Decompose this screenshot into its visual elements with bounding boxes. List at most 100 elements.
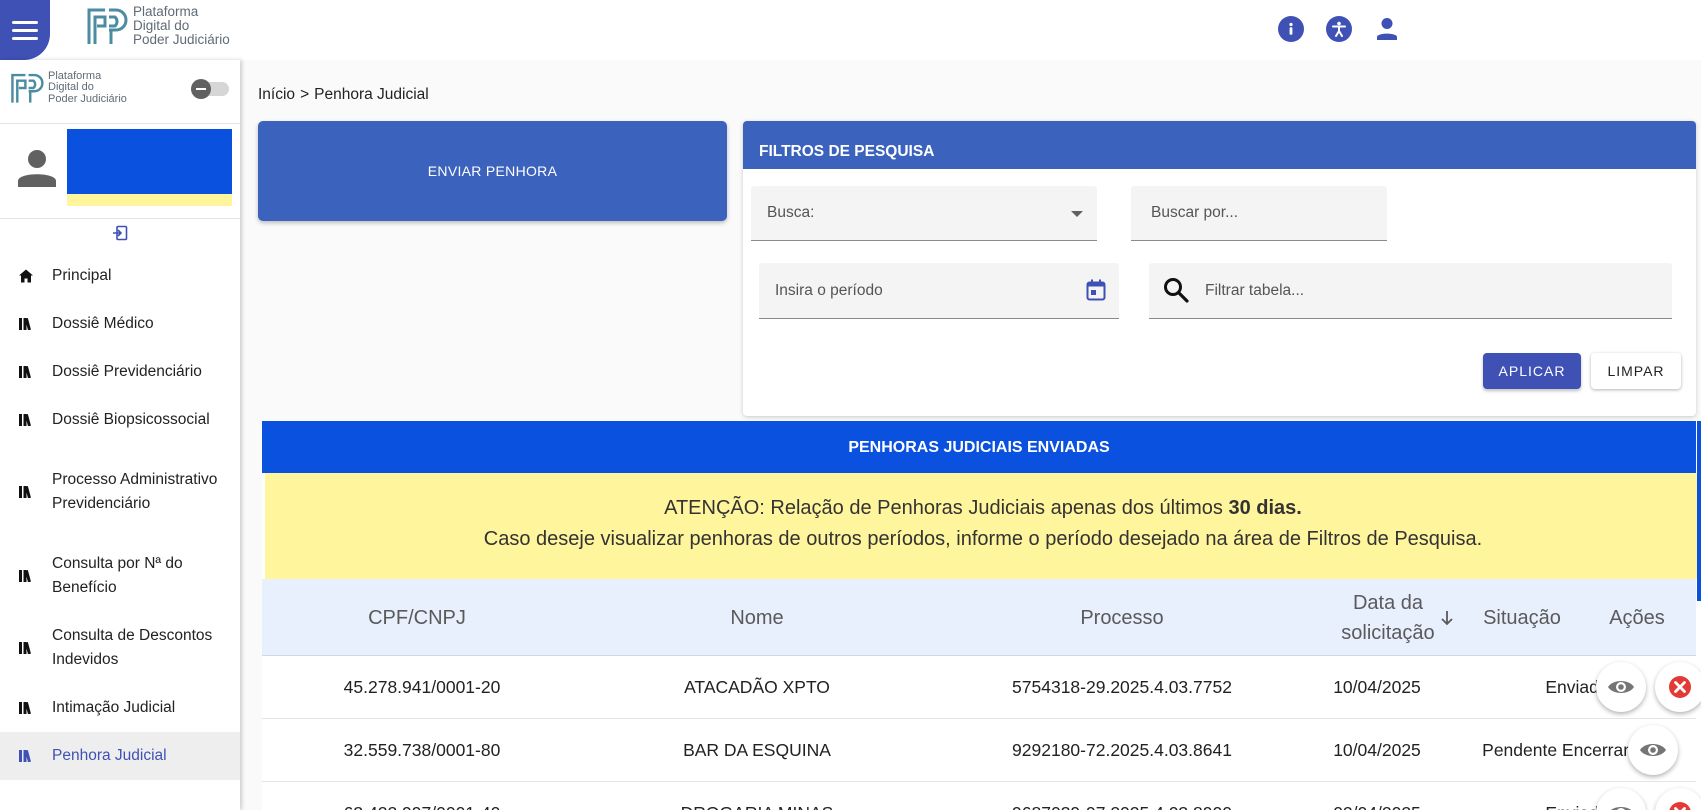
cell-processo: 9687039-97.2025.4.03.8900 bbox=[1002, 782, 1242, 810]
table-row[interactable]: 32.559.738/0001-80 BAR DA ESQUINA 9292180-… bbox=[262, 719, 1696, 782]
warning-text: ATENÇÃO: Relação de Penhoras Judiciais a… bbox=[664, 497, 1223, 519]
logo-line-2: Digital do bbox=[133, 17, 190, 33]
library-icon bbox=[19, 486, 33, 498]
search-icon bbox=[1163, 277, 1189, 308]
cell-cpf: 45.278.941/0001-20 bbox=[343, 676, 501, 697]
app-logo: Plataforma Digital do Poder Judiciário bbox=[86, 4, 230, 48]
logo-text: Plataforma Digital do Poder Judiciário bbox=[133, 3, 230, 48]
busca-select-label: Busca: bbox=[767, 204, 815, 221]
sidebar-item-label: Processo Administrativo Previdenciário bbox=[52, 471, 218, 512]
cell-data: 10/04/2025 bbox=[1333, 676, 1421, 697]
table-row[interactable]: 63.422.997/0001-40 DROGARIA MINAS 9687039-… bbox=[262, 782, 1701, 810]
filters-title: FILTROS DE PESQUISA bbox=[743, 121, 1696, 169]
column-header-nome[interactable]: Nome bbox=[682, 579, 832, 656]
sidebar-divider bbox=[0, 123, 240, 124]
sidebar-item-label: Consulta de Descontos Indevidos bbox=[52, 627, 213, 668]
collapse-sidebar-icon[interactable] bbox=[112, 225, 128, 246]
cancel-icon[interactable] bbox=[1655, 662, 1701, 712]
buscar-por-input[interactable] bbox=[1151, 204, 1387, 222]
sidebar-item[interactable]: Dossiê Previdenciário bbox=[0, 348, 240, 396]
pdpj-logo-icon bbox=[87, 8, 128, 44]
library-icon bbox=[19, 750, 33, 762]
sidebar-item[interactable]: Principal bbox=[0, 252, 240, 300]
chevron-down-icon bbox=[1071, 211, 1083, 217]
warning-line-1: ATENÇÃO: Relação de Penhoras Judiciais a… bbox=[265, 493, 1701, 524]
sidebar-logo: Plataforma Digital do Poder Judiciário bbox=[10, 70, 127, 106]
logo-line-3: Poder Judiciário bbox=[48, 92, 127, 105]
scroll-indicator[interactable] bbox=[1697, 421, 1701, 601]
column-header-situacao[interactable]: Situação bbox=[1462, 579, 1582, 656]
top-bar: Plataforma Digital do Poder Judiciário bbox=[0, 0, 1701, 60]
apply-button[interactable]: APLICAR bbox=[1483, 353, 1581, 389]
column-header-cpf[interactable]: CPF/CNPJ bbox=[302, 579, 532, 656]
pdpj-logo-icon bbox=[11, 73, 44, 103]
column-header-acoes: Ações bbox=[1609, 606, 1665, 629]
breadcrumb-current: Penhora Judicial bbox=[314, 86, 429, 103]
hamburger-menu-button[interactable] bbox=[0, 0, 50, 60]
sort-arrow-down-icon[interactable] bbox=[1441, 610, 1453, 626]
library-icon bbox=[19, 702, 33, 714]
view-eye-icon[interactable] bbox=[1596, 662, 1646, 712]
sidebar-item-label: Principal bbox=[52, 267, 112, 284]
info-icon[interactable] bbox=[1278, 16, 1304, 42]
sidebar-item[interactable]: Dossiê Biopsicossocial bbox=[0, 396, 240, 444]
cell-processo: 9292180-72.2025.4.03.8641 bbox=[1012, 739, 1232, 760]
table-title: PENHORAS JUDICIAIS ENVIADAS bbox=[262, 421, 1696, 473]
logo-line-1: Plataforma bbox=[133, 3, 199, 19]
calendar-icon[interactable] bbox=[1086, 279, 1106, 306]
column-header-processo[interactable]: Processo bbox=[1022, 579, 1222, 656]
sidebar-item-label: Intimação Judicial bbox=[52, 699, 176, 716]
periodo-input[interactable] bbox=[775, 281, 1119, 300]
cell-data: 02/04/2025 bbox=[1302, 782, 1452, 810]
user-avatar-icon bbox=[17, 148, 57, 193]
breadcrumb: Início > Penhora Judicial bbox=[258, 86, 429, 104]
library-icon bbox=[19, 570, 33, 582]
toggle-knob bbox=[191, 79, 211, 99]
table-header: CPF/CNPJ Nome Processo Data da solicitaç… bbox=[262, 579, 1696, 656]
buscar-por-field[interactable] bbox=[1131, 186, 1387, 241]
breadcrumb-home[interactable]: Início bbox=[258, 86, 295, 104]
user-info-card bbox=[67, 129, 232, 194]
home-icon bbox=[19, 269, 33, 283]
sidebar-item-label: Dossiê Biopsicossocial bbox=[52, 411, 210, 428]
user-info-bar bbox=[67, 194, 232, 206]
clear-button[interactable]: LIMPAR bbox=[1591, 353, 1681, 389]
data-line-1: Data da bbox=[1352, 591, 1424, 614]
warning-line-2: Caso deseje visualizar penhoras de outro… bbox=[483, 528, 1483, 550]
cell-processo: 5754318-29.2025.4.03.7752 bbox=[1012, 676, 1232, 697]
sidebar-item[interactable]: Processo Administrativo Previdenciário bbox=[0, 444, 240, 540]
column-header-data-label: Data da solicitação bbox=[1341, 588, 1434, 648]
sidebar-item-label: Consulta por Nª do Benefício bbox=[52, 555, 183, 596]
library-icon bbox=[19, 414, 33, 426]
cell-nome: BAR DA ESQUINA bbox=[683, 739, 831, 760]
search-filters-panel: FILTROS DE PESQUISA Busca: APLICAR LIMPA… bbox=[743, 121, 1696, 416]
library-icon bbox=[19, 642, 33, 654]
user-account-icon[interactable] bbox=[1374, 16, 1400, 42]
view-eye-icon[interactable] bbox=[1628, 725, 1678, 775]
cell-nome: ATACADÃO XPTO bbox=[684, 676, 830, 697]
sidebar-item-label: Dossiê Médico bbox=[52, 315, 154, 332]
sidebar-divider bbox=[0, 218, 240, 219]
sidebar-item[interactable]: Penhora Judicial bbox=[0, 732, 240, 780]
cell-data: 10/04/2025 bbox=[1333, 739, 1421, 760]
breadcrumb-separator: > bbox=[300, 86, 310, 103]
filtrar-tabela-field[interactable] bbox=[1149, 263, 1672, 319]
library-icon bbox=[19, 366, 33, 378]
sidebar-logo-text: Plataforma Digital do Poder Judiciário bbox=[48, 70, 127, 106]
library-icon bbox=[19, 318, 33, 330]
cell-cpf: 63.422.997/0001-40 bbox=[272, 782, 572, 810]
sidebar-item[interactable]: Dossiê Médico bbox=[0, 300, 240, 348]
accessibility-icon[interactable] bbox=[1326, 16, 1352, 42]
table-row[interactable]: 45.278.941/0001-20 ATACADÃO XPTO 5754318-2… bbox=[262, 656, 1701, 719]
send-penhora-button[interactable]: ENVIAR PENHORA bbox=[258, 121, 727, 221]
sidebar-item[interactable]: Consulta por Nª do Benefício bbox=[0, 540, 240, 612]
sidebar-item-label: Dossiê Previdenciário bbox=[52, 363, 202, 380]
sidebar-item[interactable]: Consulta de Descontos Indevidos bbox=[0, 612, 240, 684]
filtrar-tabela-input[interactable] bbox=[1205, 281, 1672, 300]
top-icons bbox=[1278, 16, 1400, 42]
data-line-2: solicitação bbox=[1341, 621, 1435, 644]
sidebar-item[interactable]: Intimação Judicial bbox=[0, 684, 240, 732]
theme-toggle[interactable] bbox=[191, 79, 229, 99]
periodo-field[interactable] bbox=[759, 263, 1119, 319]
busca-select[interactable]: Busca: bbox=[751, 186, 1097, 241]
